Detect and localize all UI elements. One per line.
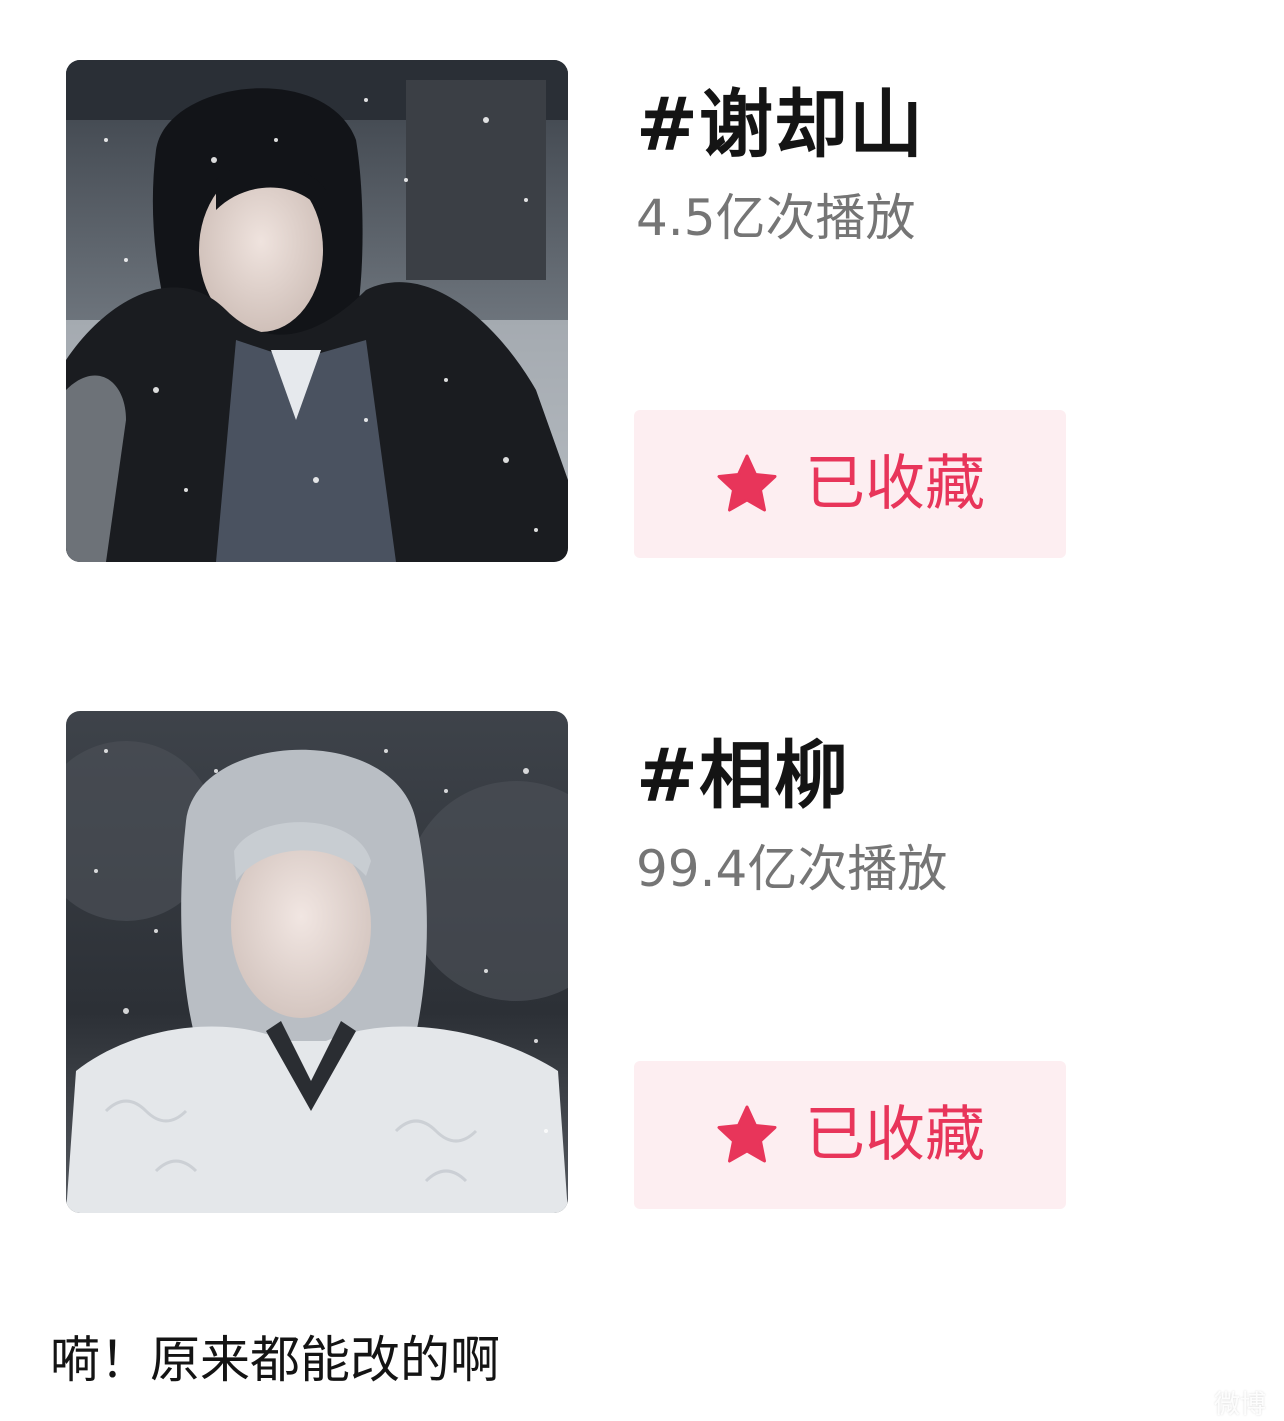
star-icon	[717, 1105, 777, 1163]
topic-title[interactable]: #谢却山	[636, 80, 924, 170]
star-icon	[717, 454, 777, 512]
favorite-button[interactable]: 已收藏	[634, 1061, 1066, 1209]
topic-thumbnail[interactable]	[66, 60, 568, 562]
favorite-button[interactable]: 已收藏	[634, 410, 1066, 558]
watermark: 微博	[1213, 1390, 1266, 1420]
play-count: 99.4亿次播放	[636, 840, 948, 898]
character-portrait-image	[66, 60, 568, 562]
favorite-label: 已收藏	[805, 1100, 985, 1170]
topic-thumbnail[interactable]	[66, 711, 568, 1213]
character-portrait-image	[66, 711, 568, 1213]
topic-title[interactable]: #相柳	[636, 731, 849, 821]
favorite-label: 已收藏	[805, 449, 985, 519]
play-count: 4.5亿次播放	[636, 189, 916, 247]
caption-text: 嗬！原来都能改的啊	[50, 1331, 500, 1389]
topic-card: #谢却山 4.5亿次播放 已收藏	[0, 60, 1284, 580]
topic-card: #相柳 99.4亿次播放 已收藏	[0, 711, 1284, 1231]
